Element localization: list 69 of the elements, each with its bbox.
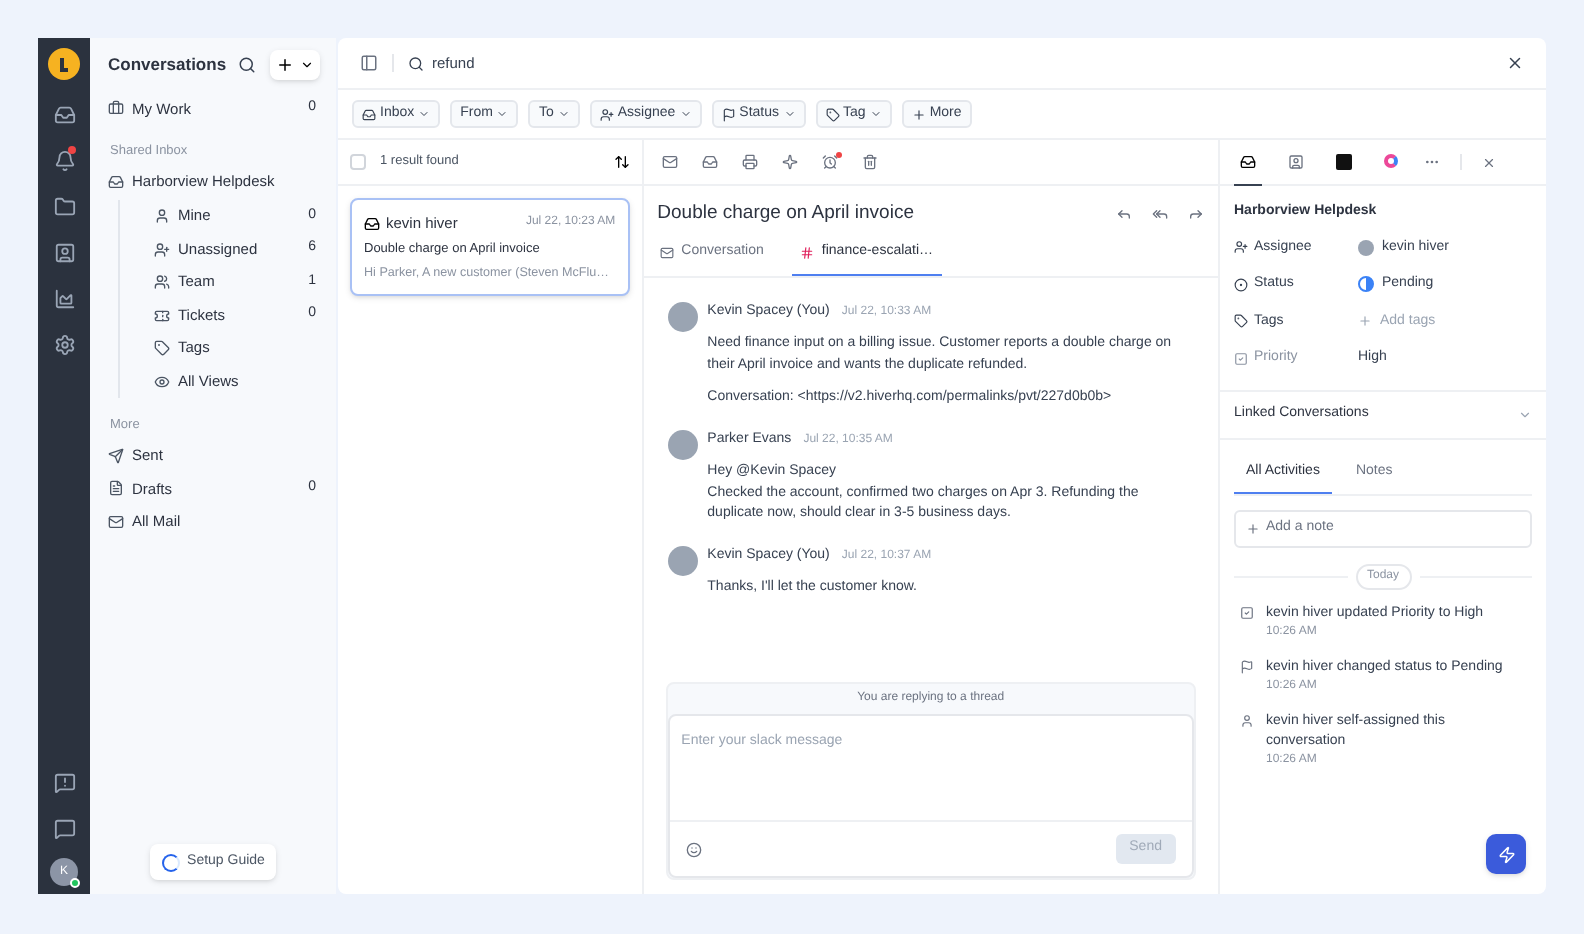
nav-icon (108, 513, 124, 530)
caret-icon (869, 108, 882, 120)
nav-icon (108, 100, 124, 117)
logo-icon (48, 48, 80, 80)
plus-icon (1358, 314, 1372, 329)
lightning-icon (1497, 845, 1515, 863)
tags-field-icon (1234, 314, 1248, 329)
panel-toggle-icon[interactable] (360, 54, 378, 72)
reply-icon[interactable] (1116, 206, 1132, 223)
inbox-icon (364, 215, 380, 232)
activity-icon (1240, 714, 1254, 728)
caret-icon (679, 108, 692, 120)
tag-icon (825, 107, 840, 121)
activity-icon (1240, 606, 1254, 620)
status-field-icon (1234, 277, 1248, 292)
avatar (1358, 239, 1374, 256)
hash-icon (799, 246, 814, 260)
nav-icon (108, 480, 124, 497)
nav-icon (154, 274, 170, 290)
nav-icon (154, 340, 170, 356)
ring-app-icon (1384, 154, 1398, 168)
plus-icon (911, 107, 926, 121)
select-all-checkbox[interactable] (350, 154, 366, 170)
mail-toolbar-icon[interactable] (661, 154, 678, 170)
caret-icon (418, 108, 431, 120)
emoji-icon[interactable] (685, 841, 702, 857)
plus-icon (1246, 522, 1260, 536)
sparkle-toolbar-icon[interactable] (781, 154, 798, 170)
search-icon (408, 55, 424, 71)
progress-ring-icon (161, 853, 180, 871)
print-toolbar-icon[interactable] (741, 154, 758, 170)
reply-all-icon[interactable] (1152, 206, 1168, 223)
inbox-icon (1240, 153, 1256, 169)
caret-icon (783, 108, 796, 120)
caret-icon (557, 108, 570, 120)
close-icon[interactable] (1482, 155, 1496, 169)
avatar (667, 545, 698, 576)
nav-icon (108, 447, 124, 464)
activity-icon (1240, 660, 1254, 674)
inbox-icon (362, 107, 376, 121)
contact-card-icon (1288, 153, 1304, 169)
inbox-toolbar-icon[interactable] (701, 154, 718, 170)
search-icon[interactable] (238, 56, 256, 74)
plus-icon (276, 56, 294, 74)
sidebar-title: Conversations (108, 52, 229, 78)
caret-icon (300, 58, 314, 72)
forward-icon[interactable] (1188, 206, 1204, 223)
status-icon (721, 107, 736, 121)
nav-icon (154, 208, 170, 224)
trash-toolbar-icon[interactable] (861, 154, 878, 170)
nav-icon (108, 173, 124, 189)
nav-icon (154, 307, 170, 323)
nav-icon (154, 373, 170, 389)
assignee-field-icon (1234, 240, 1248, 255)
mail-icon (659, 246, 674, 260)
assistant-fab[interactable] (1486, 834, 1526, 874)
avatar (667, 429, 698, 460)
nav-icon (154, 241, 170, 257)
assignee-icon (599, 107, 614, 121)
compose-button[interactable] (270, 50, 320, 80)
thread-title: Double charge on April invoice (657, 200, 916, 228)
snooze-toolbar-icon[interactable] (821, 154, 838, 170)
avatar (667, 301, 698, 332)
caret-icon (496, 108, 509, 120)
close-icon[interactable] (1506, 54, 1524, 72)
priority-field-icon (1234, 351, 1248, 366)
app-icon (1336, 153, 1352, 169)
chevron-icon (1518, 407, 1532, 421)
sort-icon[interactable] (613, 154, 630, 170)
